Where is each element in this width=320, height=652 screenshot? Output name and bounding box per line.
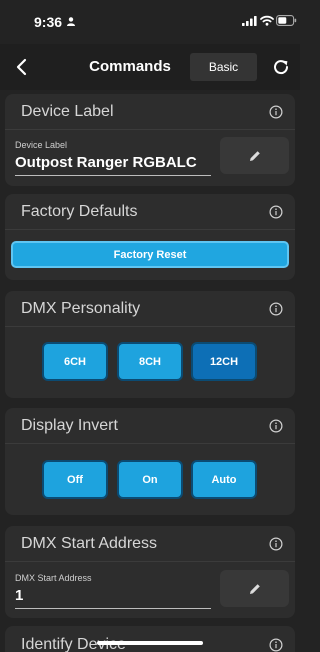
refresh-icon[interactable] [271, 57, 291, 77]
factory-reset-button[interactable]: Factory Reset [11, 241, 289, 268]
section-header: Factory Defaults [5, 194, 295, 230]
nav-bar: Commands Basic [0, 44, 300, 90]
info-icon[interactable] [269, 205, 283, 219]
section-title: DMX Start Address [21, 535, 158, 552]
basic-mode-button[interactable]: Basic [190, 53, 257, 81]
invert-off-button[interactable]: Off [42, 460, 108, 499]
dmx-address-input[interactable]: 1 [15, 587, 211, 609]
person-icon [67, 17, 75, 26]
invert-on-button[interactable]: On [117, 460, 183, 499]
battery-icon [276, 15, 297, 26]
page-title: Commands [89, 58, 171, 75]
section-device-label: Device Label Device Label Outpost Ranger… [5, 94, 295, 186]
personality-12ch-button[interactable]: 12CH [191, 342, 257, 381]
section-title: Factory Defaults [21, 203, 138, 220]
section-title: Display Invert [21, 417, 118, 434]
pencil-icon [249, 583, 260, 594]
info-icon[interactable] [269, 105, 283, 119]
status-bar: 9:36 [0, 0, 300, 44]
section-header: Device Label [5, 94, 295, 130]
back-chevron-icon[interactable] [12, 57, 32, 77]
home-indicator [97, 641, 203, 645]
edit-dmx-address-button[interactable] [220, 570, 289, 607]
section-identify-device: Identify Device [5, 626, 295, 652]
section-header: Identify Device [5, 626, 295, 652]
section-header: DMX Personality [5, 291, 295, 327]
cellular-signal-icon [242, 16, 257, 26]
wifi-icon [260, 15, 274, 26]
dmx-address-field-label: DMX Start Address [15, 573, 92, 583]
section-title: DMX Personality [21, 300, 141, 317]
personality-8ch-button[interactable]: 8CH [117, 342, 183, 381]
personality-6ch-button[interactable]: 6CH [42, 342, 108, 381]
info-icon[interactable] [269, 537, 283, 551]
info-icon[interactable] [269, 302, 283, 316]
section-header: Display Invert [5, 408, 295, 444]
device-label-input[interactable]: Outpost Ranger RGBALC [15, 154, 211, 176]
invert-auto-button[interactable]: Auto [191, 460, 257, 499]
section-dmx-start-address: DMX Start Address DMX Start Address 1 [5, 526, 295, 618]
info-icon[interactable] [269, 419, 283, 433]
pencil-icon [249, 150, 260, 161]
edit-device-label-button[interactable] [220, 137, 289, 174]
section-header: DMX Start Address [5, 526, 295, 562]
status-time: 9:36 [34, 14, 63, 30]
device-label-field-label: Device Label [15, 140, 68, 150]
section-title: Device Label [21, 103, 114, 120]
info-icon[interactable] [269, 638, 283, 652]
